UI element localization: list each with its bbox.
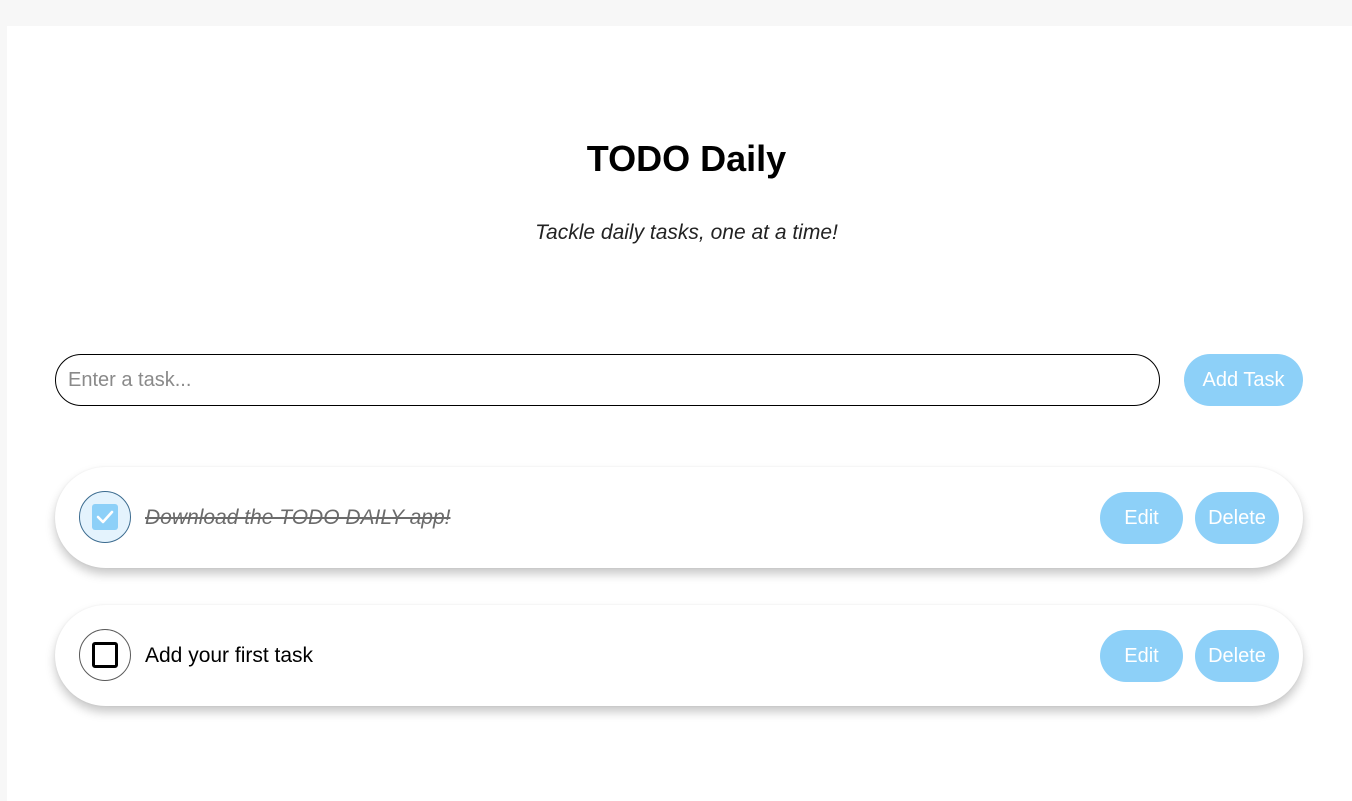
delete-button[interactable]: Delete — [1195, 492, 1279, 544]
task-item: Download the TODO DAILY app! Edit Delete — [55, 467, 1303, 568]
edit-button[interactable]: Edit — [1100, 492, 1183, 544]
task-text: Download the TODO DAILY app! — [145, 506, 451, 529]
task-checkbox[interactable] — [79, 491, 131, 543]
add-task-button[interactable]: Add Task — [1184, 354, 1303, 406]
delete-button[interactable]: Delete — [1195, 630, 1279, 682]
checkbox-unchecked-icon — [92, 642, 118, 668]
checkbox-checked-icon — [92, 504, 118, 530]
edit-button[interactable]: Edit — [1100, 630, 1183, 682]
page-subtitle: Tackle daily tasks, one at a time! — [535, 221, 838, 244]
page-title: TODO Daily — [586, 138, 787, 179]
task-checkbox[interactable] — [79, 629, 131, 681]
app-card: TODO Daily Tackle daily tasks, one at a … — [7, 26, 1352, 801]
task-item: Add your first task Edit Delete — [55, 605, 1303, 706]
task-text: Add your first task — [145, 644, 314, 667]
task-input[interactable] — [55, 354, 1160, 406]
